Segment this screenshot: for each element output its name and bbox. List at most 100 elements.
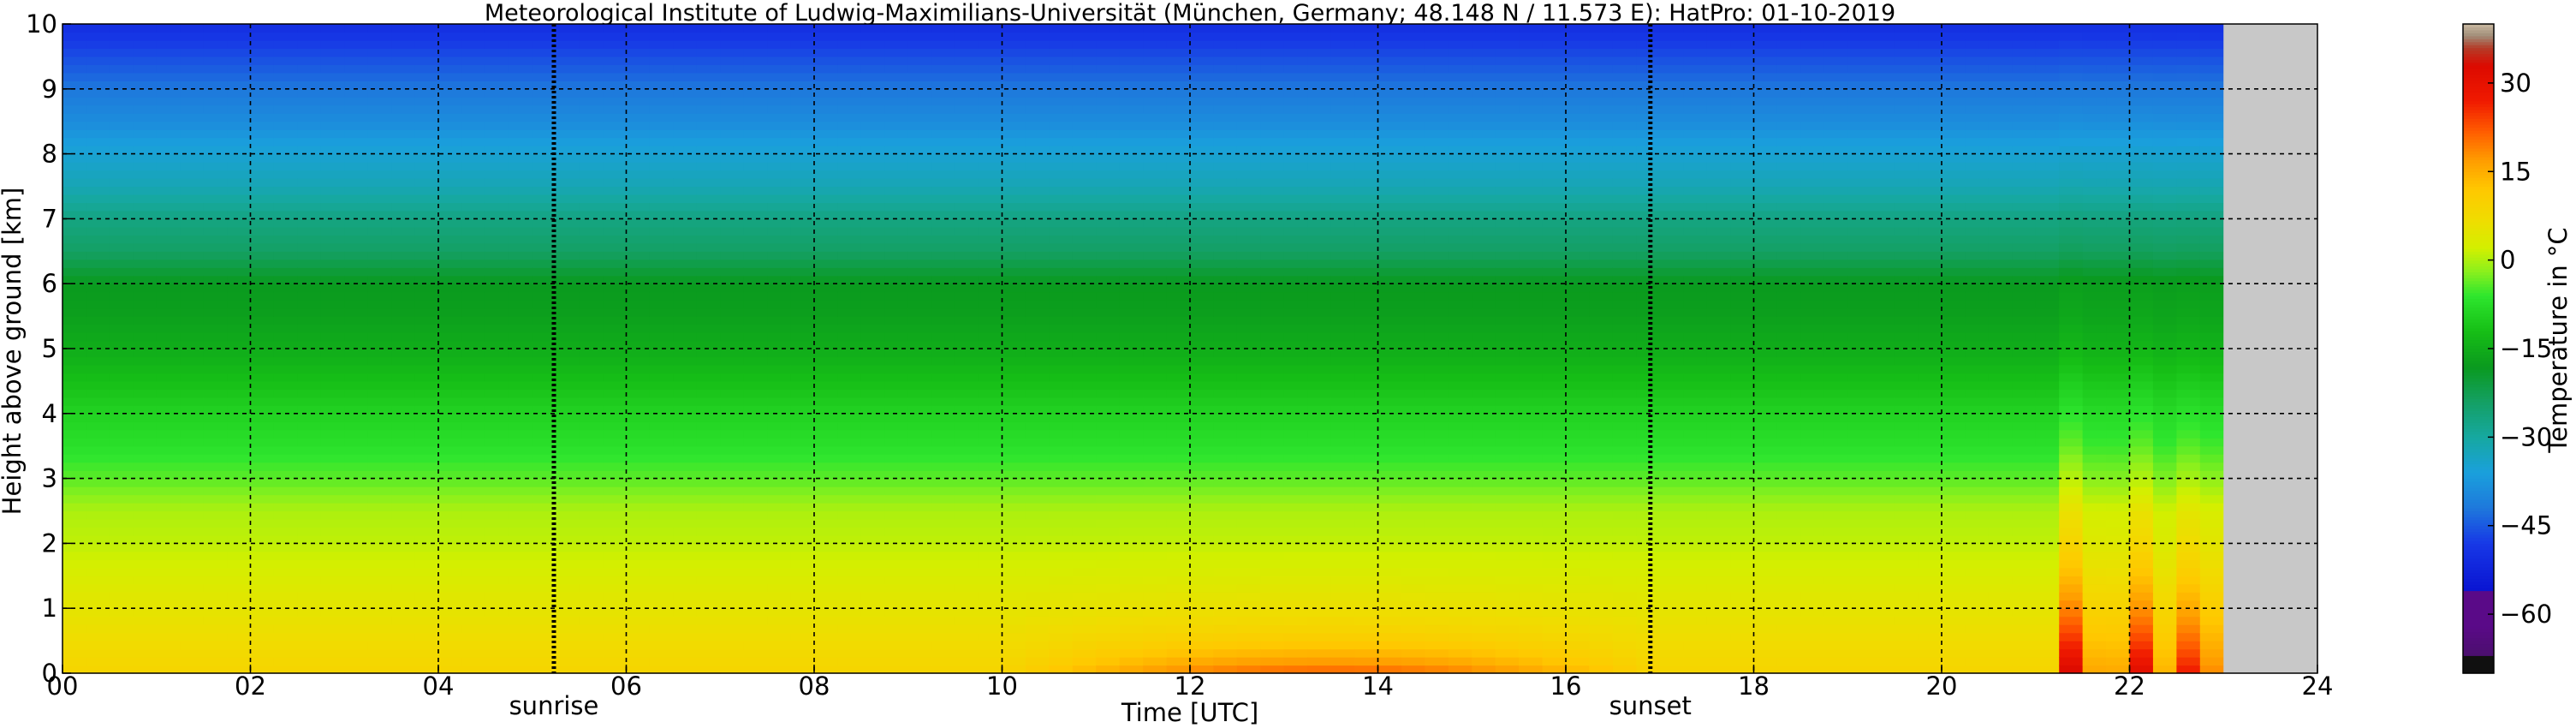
heatmap-cell [391,332,416,342]
heatmap-cell [485,397,509,406]
heatmap-cell [86,462,110,471]
heatmap-cell [485,218,509,228]
heatmap-cell [1236,592,1261,601]
heatmap-cell [1260,478,1285,487]
heatmap-cell [156,608,181,618]
heatmap-cell [579,503,604,512]
heatmap-cell [1096,389,1121,398]
heatmap-cell [979,251,1003,260]
heatmap-cell [837,316,862,325]
heatmap-cell [297,470,322,480]
heatmap-cell [1354,104,1379,114]
heatmap-cell [1190,527,1215,536]
heatmap-cell [1236,438,1261,447]
heatmap-cell [1448,81,1472,90]
heatmap-cell [1096,129,1121,139]
heatmap-cell [273,413,298,422]
heatmap-cell [979,462,1003,471]
heatmap-cell [133,129,158,139]
heatmap-cell [884,454,909,463]
heatmap-cell [367,300,392,309]
heatmap-cell [203,657,228,666]
heatmap-cell [743,210,768,219]
heatmap-cell [979,494,1003,504]
heatmap-cell [1401,559,1425,569]
heatmap-cell [1401,146,1425,155]
heatmap-cell [979,503,1003,512]
heatmap-cell [344,438,369,447]
heatmap-cell [1119,559,1144,569]
heatmap-cell [579,567,604,576]
heatmap-cell [1401,380,1425,390]
heatmap-cell [1307,665,1332,674]
heatmap-cell [814,559,839,569]
heatmap-cell [250,641,275,650]
heatmap-cell [626,510,651,520]
heatmap-cell [556,616,580,625]
heatmap-cell [509,97,533,106]
heatmap-cell [273,218,298,228]
heatmap-cell [320,454,345,463]
heatmap-cell [1495,503,1520,512]
heatmap-cell [391,592,416,601]
heatmap-cell [556,104,580,114]
heatmap-cell [133,186,158,195]
heatmap-cell [696,583,721,593]
heatmap-cell [649,438,674,447]
heatmap-cell [273,543,298,552]
heatmap-cell [109,559,134,569]
heatmap-cell [1472,657,1496,666]
heatmap-cell [1002,202,1026,212]
heatmap-cell [297,462,322,471]
heatmap-cell [156,356,181,366]
heatmap-cell [297,81,322,90]
heatmap-cell [1330,267,1355,277]
heatmap-cell [109,194,134,204]
heatmap-cell [1283,462,1308,471]
heatmap-cell [603,32,628,41]
heatmap-cell [250,356,275,366]
heatmap-cell [673,129,698,139]
heatmap-cell [438,81,463,90]
heatmap-cell [180,624,205,634]
heatmap-cell [931,438,956,447]
heatmap-cell [1448,527,1472,536]
heatmap-cell [62,39,87,50]
heatmap-cell [696,356,721,366]
heatmap-cell [1119,421,1144,431]
heatmap-cell [579,39,604,50]
heatmap-cell [649,202,674,212]
heatmap-cell [250,349,275,358]
heatmap-cell [1096,202,1121,212]
heatmap-cell [743,235,768,244]
heatmap-cell [438,275,463,284]
heatmap-cell [109,486,134,496]
heatmap-cell [1213,324,1238,333]
heatmap-cell [485,324,509,333]
heatmap-cell [556,146,580,155]
heatmap-cell [884,162,909,171]
heatmap-cell [1472,510,1496,520]
heatmap-cell [1377,364,1402,374]
heatmap-cell [344,413,369,422]
heatmap-cell [743,300,768,309]
heatmap-cell [931,648,956,658]
heatmap-cell [1236,543,1261,552]
heatmap-cell [1354,641,1379,650]
heatmap-cell [344,624,369,634]
heatmap-cell [297,600,322,609]
heatmap-cell [979,657,1003,666]
heatmap-cell [1096,251,1121,260]
heatmap-cell [790,194,815,204]
heatmap-cell [1425,373,1449,382]
heatmap-cell [649,445,674,455]
heatmap-cell [1425,178,1449,188]
heatmap-cell [133,462,158,471]
heatmap-cell [414,454,439,463]
heatmap-cell [1377,340,1402,349]
heatmap-cell [391,235,416,244]
heatmap-cell [1472,494,1496,504]
heatmap-cell [320,543,345,552]
heatmap-cell [1049,56,1074,65]
heatmap-cell [649,405,674,415]
